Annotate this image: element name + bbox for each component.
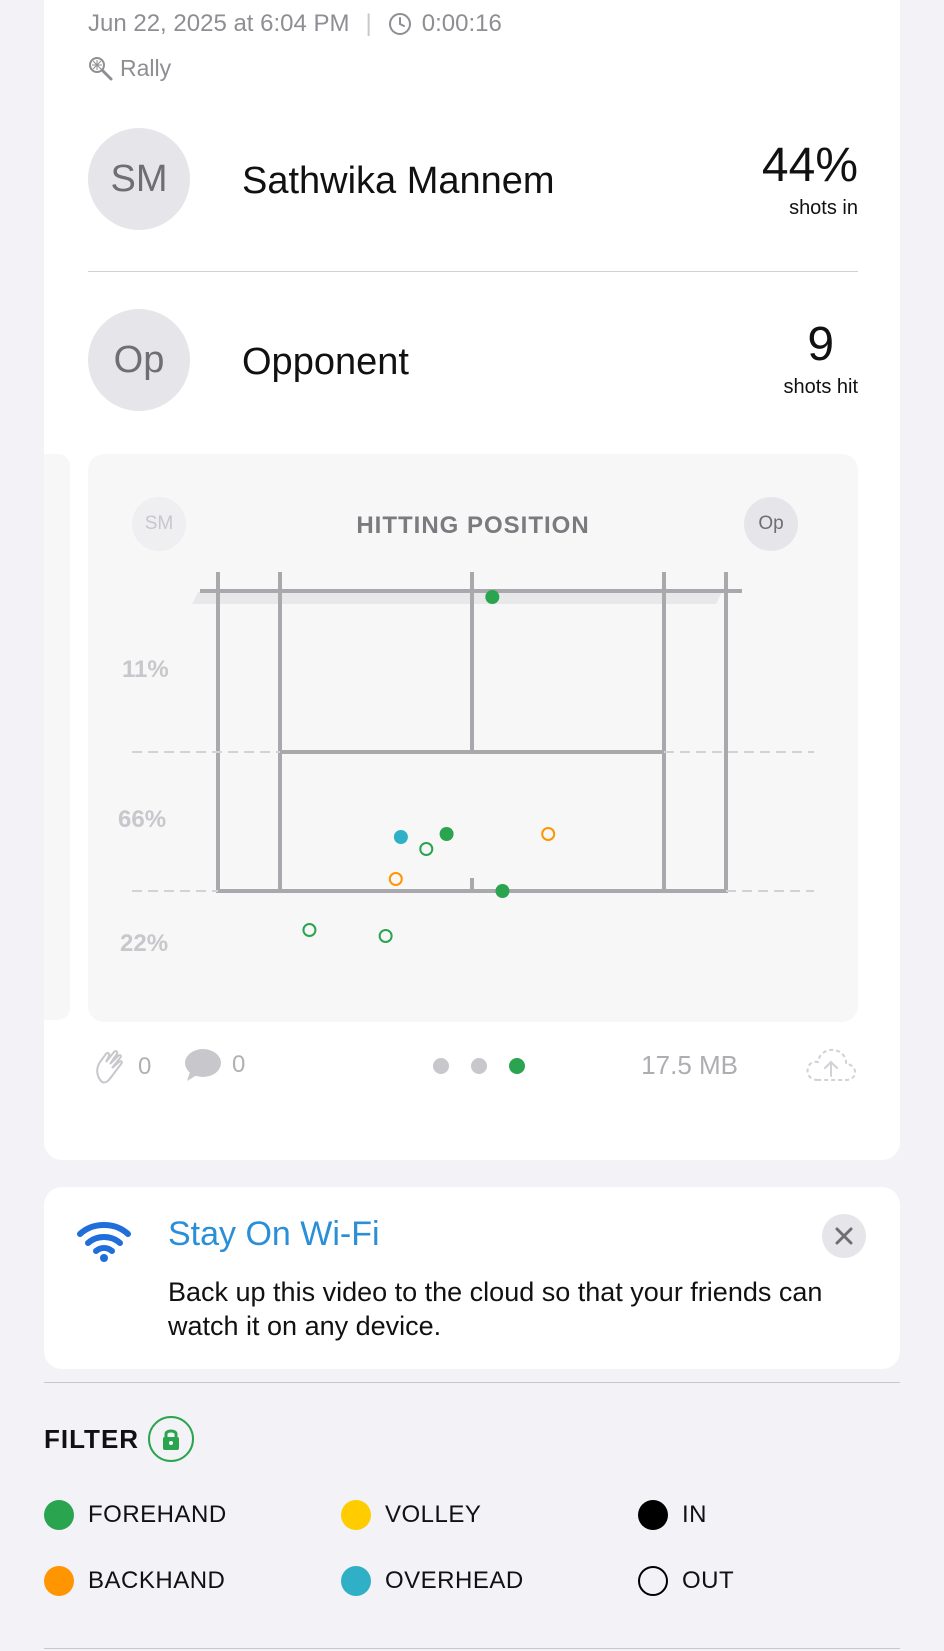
legend-item-in[interactable]: IN	[638, 1500, 707, 1530]
legend-item-backhand[interactable]: BACKHAND	[44, 1566, 225, 1596]
shot-point-forehand-in	[495, 884, 510, 898]
session-datetime: Jun 22, 2025 at 6:04 PM	[88, 10, 350, 37]
cloud-upload-icon[interactable]	[804, 1044, 858, 1086]
wifi-icon	[77, 1222, 131, 1262]
shot-point-forehand-out	[419, 842, 434, 856]
shot-point-forehand-out	[302, 923, 317, 937]
card-footer: 0 0 17.5 MB	[88, 1040, 858, 1090]
page-dot[interactable]	[433, 1058, 449, 1074]
legend-item-overhead[interactable]: OVERHEAD	[341, 1566, 524, 1596]
legend-swatch	[44, 1566, 74, 1596]
player-row-self[interactable]: SM Sathwika Mannem 44% shots in	[88, 128, 858, 238]
avatar: Op	[88, 309, 190, 411]
stat-value: 44%	[761, 139, 858, 192]
legend-label: VOLLEY	[385, 1501, 482, 1528]
legend-label: OUT	[682, 1567, 735, 1594]
legend-swatch	[341, 1500, 371, 1530]
legend-swatch	[44, 1500, 74, 1530]
player-name: Opponent	[242, 341, 409, 383]
comments-counter[interactable]: 0	[184, 1048, 245, 1082]
court-diagram	[132, 572, 814, 943]
legend-label: IN	[682, 1501, 707, 1528]
player-stat: 9 shots hit	[784, 317, 858, 399]
player-stat: 44% shots in	[762, 138, 858, 220]
shot-point-forehand-out	[378, 929, 393, 943]
clap-icon	[96, 1050, 123, 1084]
comments-count: 0	[232, 1051, 246, 1078]
wifi-banner-body: Back up this video to the cloud so that …	[168, 1277, 823, 1341]
player-divider	[88, 271, 858, 272]
page-dot[interactable]	[471, 1058, 487, 1074]
lock-icon	[163, 1429, 179, 1450]
player-row-opponent[interactable]: Op Opponent 9 shots hit	[88, 309, 858, 419]
stat-label: shots hit	[783, 376, 858, 398]
shot-point-forehand-in	[485, 590, 500, 604]
session-duration: 0:00:16	[421, 10, 502, 37]
player-name: Sathwika Mannem	[242, 160, 555, 202]
filter-heading: FILTER	[44, 1424, 140, 1454]
legend-label: BACKHAND	[88, 1567, 226, 1594]
session-meta: Jun 22, 2025 at 6:04 PM | 0:00:16	[88, 10, 502, 38]
legend-swatch	[341, 1566, 371, 1596]
wifi-banner: Stay On Wi-Fi Back up this video to the …	[44, 1187, 900, 1369]
claps-count: 0	[138, 1053, 152, 1080]
stat-label: shots in	[789, 197, 858, 219]
close-button[interactable]	[822, 1214, 866, 1258]
stat-value: 9	[807, 318, 835, 371]
session-type-label: Rally	[120, 55, 172, 81]
previous-chart-card[interactable]	[44, 454, 70, 1020]
session-type: Rally	[88, 55, 171, 82]
claps-counter[interactable]: 0	[94, 1048, 151, 1086]
avatar: SM	[88, 128, 190, 230]
shot-point-forehand-in	[439, 827, 454, 841]
shot-point-overhead-in	[393, 830, 408, 844]
racket-icon	[89, 56, 113, 80]
file-size: 17.5 MB	[641, 1050, 738, 1080]
legend-swatch	[638, 1566, 668, 1596]
section-divider	[44, 1382, 900, 1383]
close-icon	[835, 1227, 853, 1245]
filter-lock-button[interactable]	[148, 1416, 194, 1462]
legend-item-forehand[interactable]: FOREHAND	[44, 1500, 227, 1530]
legend-item-volley[interactable]: VOLLEY	[341, 1500, 481, 1530]
wifi-banner-title: Stay On Wi-Fi	[168, 1215, 380, 1253]
clock-icon	[388, 13, 411, 35]
comment-icon	[185, 1049, 221, 1081]
page-dot[interactable]	[509, 1058, 525, 1074]
legend-swatch	[638, 1500, 668, 1530]
shot-point-backhand-out	[388, 872, 403, 886]
legend-item-out[interactable]: OUT	[638, 1566, 734, 1596]
hitting-position-chart[interactable]: SM Op HITTING POSITION 11% 66% 22%	[88, 454, 858, 1022]
bottom-divider	[44, 1648, 900, 1649]
legend-label: FOREHAND	[88, 1501, 227, 1528]
meta-separator: |	[365, 10, 372, 37]
net-shadow	[192, 592, 722, 604]
legend-label: OVERHEAD	[385, 1567, 524, 1594]
shot-point-backhand-out	[541, 827, 556, 841]
